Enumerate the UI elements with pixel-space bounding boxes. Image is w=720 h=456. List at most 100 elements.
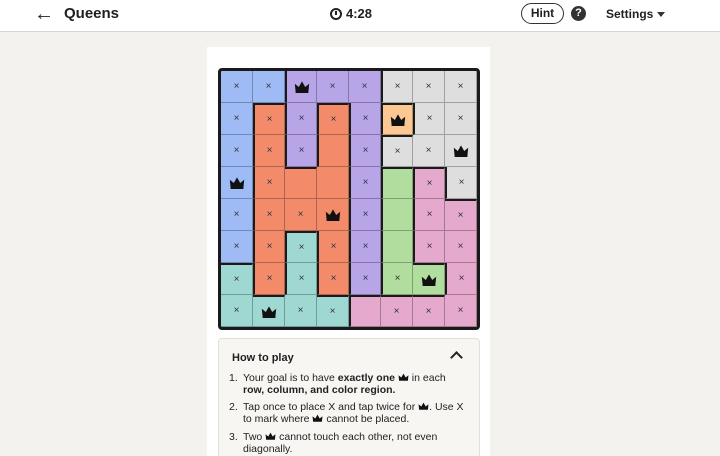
- board-cell[interactable]: ×: [221, 199, 253, 231]
- board-cell[interactable]: ×: [445, 71, 477, 103]
- board-cell[interactable]: ×: [285, 135, 317, 167]
- board-cell[interactable]: ×: [285, 103, 317, 135]
- how-to-play-title: How to play: [232, 352, 294, 364]
- board-cell[interactable]: ×: [413, 231, 445, 263]
- board-cell[interactable]: [285, 71, 317, 103]
- x-mark: ×: [329, 306, 336, 317]
- board-cell[interactable]: ×: [253, 135, 285, 167]
- rule-bold: exactly one: [337, 372, 395, 384]
- board-cell[interactable]: [381, 167, 413, 199]
- board-cell[interactable]: ×: [317, 295, 349, 327]
- back-arrow-icon[interactable]: ←: [34, 3, 58, 25]
- board-cell[interactable]: [381, 231, 413, 263]
- board-cell[interactable]: ×: [253, 71, 285, 103]
- x-mark: ×: [330, 114, 337, 125]
- settings-dropdown[interactable]: Settings: [606, 7, 666, 21]
- board-cell[interactable]: ×: [285, 295, 317, 327]
- board-cell[interactable]: ×: [413, 103, 445, 135]
- board-cell[interactable]: ×: [253, 167, 285, 199]
- board-cell[interactable]: [381, 199, 413, 231]
- help-icon[interactable]: ?: [571, 6, 586, 21]
- board-cell[interactable]: ×: [317, 71, 349, 103]
- x-mark: ×: [457, 81, 464, 92]
- chevron-up-icon[interactable]: [450, 351, 463, 364]
- hint-button[interactable]: Hint: [521, 3, 564, 24]
- board-cell[interactable]: ×: [221, 71, 253, 103]
- board-cell[interactable]: ×: [413, 71, 445, 103]
- x-mark: ×: [266, 273, 273, 284]
- rule-number: 2.: [229, 401, 238, 413]
- board-cell[interactable]: ×: [253, 263, 285, 295]
- board-cell[interactable]: ×: [253, 199, 285, 231]
- board-cell[interactable]: ×: [349, 71, 381, 103]
- board-cell[interactable]: ×: [381, 71, 413, 103]
- board-cell[interactable]: ×: [253, 231, 285, 263]
- x-mark: ×: [426, 209, 433, 220]
- x-mark: ×: [362, 273, 369, 284]
- board-cell[interactable]: ×: [381, 135, 413, 167]
- x-mark: ×: [458, 177, 465, 188]
- board-cell[interactable]: ×: [445, 295, 477, 327]
- board-cell[interactable]: ×: [221, 135, 253, 167]
- x-mark: ×: [457, 113, 464, 124]
- board-cell[interactable]: ×: [317, 103, 349, 135]
- x-mark: ×: [362, 177, 369, 188]
- board-cell[interactable]: [317, 167, 349, 199]
- board-cell[interactable]: ×: [349, 263, 381, 295]
- rule-1: 1. Your goal is to have exactly one in e…: [229, 372, 469, 396]
- board-cell[interactable]: ×: [349, 103, 381, 135]
- board-cell[interactable]: ×: [445, 199, 477, 231]
- board-cell[interactable]: [317, 199, 349, 231]
- board-cell[interactable]: [221, 167, 253, 199]
- board-cell[interactable]: ×: [445, 167, 477, 199]
- x-mark: ×: [362, 113, 369, 124]
- board-cell[interactable]: ×: [413, 167, 445, 199]
- rule-text: cannot be placed.: [323, 413, 410, 425]
- x-mark: ×: [457, 241, 464, 252]
- x-mark: ×: [361, 81, 368, 92]
- board-cell[interactable]: ×: [381, 263, 413, 295]
- board-cell[interactable]: ×: [381, 295, 413, 327]
- x-mark: ×: [330, 241, 337, 252]
- board-cell[interactable]: ×: [285, 231, 317, 263]
- board-cell[interactable]: [349, 295, 381, 327]
- x-mark: ×: [266, 209, 273, 220]
- board-cell[interactable]: ×: [221, 231, 253, 263]
- board-cell[interactable]: ×: [445, 103, 477, 135]
- board-cell[interactable]: [413, 263, 445, 295]
- board-cell[interactable]: ×: [413, 295, 445, 327]
- board-cell[interactable]: ×: [445, 231, 477, 263]
- queen-icon: [265, 432, 276, 440]
- board-cell[interactable]: ×: [317, 263, 349, 295]
- board-cell[interactable]: [253, 295, 285, 327]
- board-cell[interactable]: ×: [413, 199, 445, 231]
- board-grid: × × × × × × × × × × × × × × × × × × × × × × × × × × × × × × × × × × × × × × × ×…: [221, 71, 477, 327]
- board-cell[interactable]: ×: [221, 295, 253, 327]
- board-cell[interactable]: ×: [221, 103, 253, 135]
- queen-icon: [294, 80, 310, 94]
- board-cell[interactable]: ×: [349, 199, 381, 231]
- board-cell[interactable]: ×: [221, 263, 253, 295]
- board-cell[interactable]: ×: [349, 135, 381, 167]
- how-to-play-panel: How to play 1. Your goal is to have exac…: [218, 338, 480, 456]
- board-cell[interactable]: ×: [349, 167, 381, 199]
- board-cell[interactable]: ×: [285, 263, 317, 295]
- board-cell[interactable]: [317, 135, 349, 167]
- x-mark: ×: [265, 81, 272, 92]
- rule-2: 2. Tap once to place X and tap twice for…: [229, 401, 469, 425]
- x-mark: ×: [297, 209, 304, 220]
- board-cell[interactable]: [381, 103, 413, 135]
- board-cell[interactable]: ×: [349, 231, 381, 263]
- board-cell[interactable]: [285, 167, 317, 199]
- board-cell[interactable]: ×: [253, 103, 285, 135]
- x-mark: ×: [298, 242, 305, 253]
- queen-icon: [325, 208, 341, 222]
- board-cell[interactable]: ×: [317, 231, 349, 263]
- board-cell[interactable]: [445, 135, 477, 167]
- x-mark: ×: [298, 113, 305, 124]
- board-cell[interactable]: ×: [413, 135, 445, 167]
- x-mark: ×: [362, 209, 369, 220]
- board-cell[interactable]: ×: [445, 263, 477, 295]
- top-bar: ← Queens 4:28 Hint ? Settings: [0, 0, 720, 32]
- board-cell[interactable]: ×: [285, 199, 317, 231]
